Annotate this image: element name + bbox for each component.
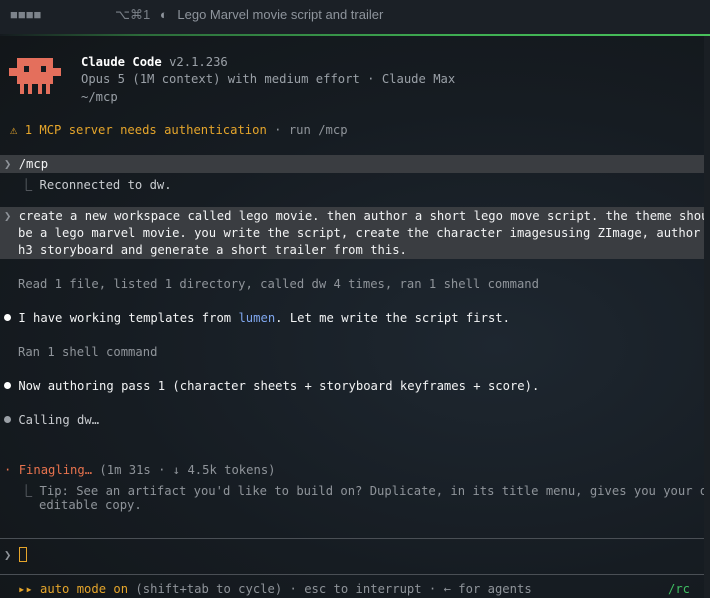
lumen-link[interactable]: lumen [238, 311, 275, 325]
tool-call: Calling dw… [4, 413, 99, 427]
assistant-text-post: . Let me write the script first. [275, 311, 510, 325]
spinner-icon: ◐ [159, 7, 168, 22]
command-line: ❯ /mcp [4, 157, 48, 171]
tip: ⎿ Tip: See an artifact you'd like to bui… [20, 481, 710, 499]
terminal-scrollbar[interactable] [704, 36, 710, 598]
command-result: ⎿ Reconnected to dw. [20, 175, 172, 193]
command-highlight [0, 155, 704, 173]
assistant-text-pre: I have working templates from [18, 311, 239, 325]
result-corner-icon: ⎿ [20, 178, 33, 192]
text-cursor [18, 547, 27, 562]
message-bullet-icon [4, 382, 11, 389]
terminal-pane[interactable]: Claude Code v2.1.236 Opus 5 (1M context)… [0, 36, 710, 598]
assistant-message: I have working templates from lumen. Let… [4, 311, 510, 325]
model-info: Opus 5 (1M context) with medium effort ·… [81, 72, 456, 86]
window-titlebar: ■■■■ ⌥⌘1 ◐ Lego Marvel movie script and … [0, 0, 710, 34]
assistant-message: Now authoring pass 1 (character sheets +… [4, 379, 539, 393]
auto-mode-label: auto mode on [40, 582, 129, 596]
window-title: Lego Marvel movie script and trailer [177, 7, 384, 22]
tip-line-2: editable copy. [39, 498, 142, 512]
mode-indicator[interactable]: ▸▸ auto mode on (shift+tab to cycle) · e… [18, 582, 532, 596]
app-name: Claude Code [81, 55, 162, 69]
user-message-line-1: create a new workspace called lego movie… [18, 209, 710, 223]
user-message-line-2: be a lego marvel movie. you write the sc… [18, 226, 710, 240]
mode-hint: (shift+tab to cycle) · esc to interrupt … [128, 582, 532, 596]
rc-indicator[interactable]: /rc [668, 582, 690, 596]
user-message-line-3: h3 storyboard and generate a short trail… [18, 243, 407, 257]
notice-hint: · run /mcp [266, 123, 348, 137]
tip-corner-icon: ⎿ [20, 484, 33, 498]
status-spinner-icon: · [4, 463, 12, 477]
prompt-input[interactable]: ❯ [4, 547, 27, 562]
app-header: Claude Code v2.1.236 [81, 55, 228, 69]
notice-text: 1 MCP server needs authentication [24, 123, 267, 137]
assistant-text: Now authoring pass 1 (character sheets +… [18, 379, 540, 393]
titlebar-content: ■■■■ ⌥⌘1 ◐ Lego Marvel movie script and … [10, 7, 383, 23]
user-message: ❯ create a new workspace called lego mov… [4, 209, 710, 223]
tool-call-text: Calling dw… [18, 413, 100, 427]
tab-shortcut: ⌥⌘1 [115, 7, 151, 22]
input-top-divider [0, 538, 704, 539]
tip-line-1: Tip: See an artifact you'd like to build… [39, 484, 710, 498]
status-meta: (1m 31s · ↓ 4.5k tokens) [92, 463, 276, 477]
command-result-text: Reconnected to dw. [39, 178, 172, 192]
input-bottom-divider [0, 574, 704, 575]
mcp-auth-notice[interactable]: ⚠ 1 MCP server needs authentication · ru… [10, 123, 348, 137]
status-line: · Finagling… (1m 31s · ↓ 4.5k tokens) [4, 463, 276, 477]
prompt-chevron-icon: ❯ [4, 157, 12, 171]
status-label: Finagling… [18, 463, 93, 477]
message-bullet-icon [4, 314, 11, 321]
tool-summary[interactable]: Read 1 file, listed 1 directory, called … [18, 277, 539, 291]
warning-icon: ⚠ [10, 123, 18, 137]
claude-mascot-icon [9, 58, 61, 94]
tool-bullet-icon [4, 416, 11, 423]
prompt-chevron-icon: ❯ [4, 548, 12, 562]
app-version: v2.1.236 [169, 55, 228, 69]
tool-summary[interactable]: Ran 1 shell command [18, 345, 157, 359]
working-directory: ~/mcp [81, 90, 118, 104]
tab-indicator: ■■■■ [10, 7, 42, 22]
prompt-chevron-icon: ❯ [4, 209, 12, 223]
command-text: /mcp [18, 157, 49, 171]
auto-mode-icon: ▸▸ [18, 582, 33, 596]
